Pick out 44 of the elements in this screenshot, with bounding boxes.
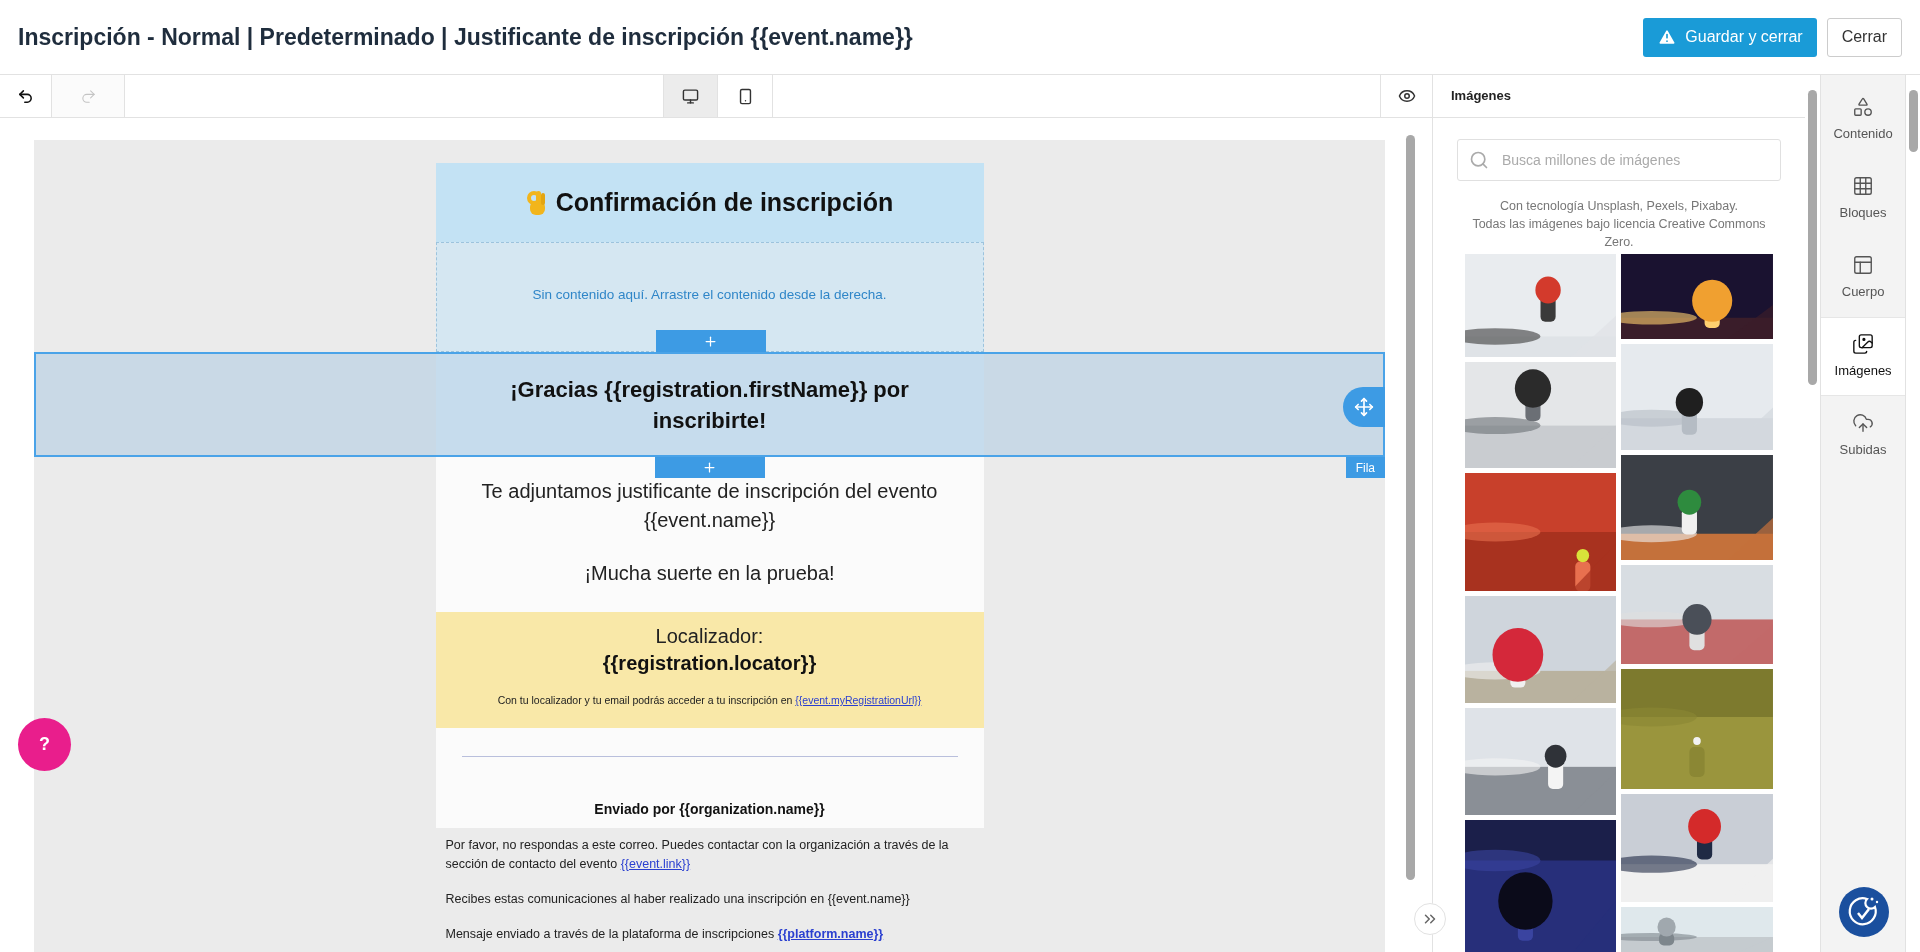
- thanks-heading: ¡Gracias {{registration.firstName}} por inscribirte!: [509, 375, 910, 435]
- footer-text: Recibes estas comunicaciones al haber realizado una inscripción en {{event.name}}: [445, 891, 911, 908]
- footer-link[interactable]: {{event.link}}: [620, 857, 691, 871]
- monitor-icon: [682, 87, 699, 105]
- row-tag: Fila: [1345, 457, 1385, 478]
- close-button[interactable]: Cerrar: [1826, 17, 1902, 57]
- warning-icon: [1657, 27, 1678, 47]
- cookie-icon[interactable]: [1839, 887, 1889, 937]
- page-title: Inscripción - Normal | Predeterminado | Justificante de inscripción {{event.name}}: [18, 22, 913, 52]
- image-icon: [1852, 332, 1875, 355]
- empty-block-hint: Sin contenido aquí. Arrastre el contenido desde la derecha.: [532, 286, 887, 304]
- locator-note: Con tu localizador y tu email podrás acceder a tu inscripción en {{event.myRegistrationUrl}}: [497, 693, 922, 708]
- sender-text: Enviado por {{organization.name}}: [594, 800, 825, 819]
- scrollbar[interactable]: [1909, 90, 1919, 152]
- locator-value: {{registration.locator}}: [602, 651, 817, 676]
- eye-icon: [1397, 87, 1416, 105]
- body-text: ¡Mucha suerte en la prueba!: [583, 561, 836, 586]
- move-icon: [1354, 397, 1374, 417]
- body-text: Te adjuntamos justificante de inscripción del evento {{event.name}}: [480, 479, 939, 533]
- sidebar-tab[interactable]: Imágenes: [1821, 317, 1906, 396]
- cloud-upload-icon: [1852, 411, 1875, 434]
- search-icon: [1469, 150, 1489, 170]
- desktop-view-button[interactable]: [663, 75, 718, 117]
- scrollbar[interactable]: [1406, 135, 1415, 880]
- move-handle[interactable]: [1343, 387, 1385, 427]
- undo-icon: [17, 87, 34, 105]
- locator-label: Localizador:: [655, 624, 764, 649]
- layout-icon: [1852, 253, 1875, 276]
- selected-row[interactable]: ¡Gracias {{registration.firstName}} por inscribirte!: [34, 352, 1385, 457]
- footer-link[interactable]: {{platform.name}}: [777, 927, 884, 941]
- panel-title: Imágenes: [1451, 87, 1511, 106]
- email-heading: Confirmación de inscripción: [555, 186, 894, 218]
- redo-icon: [79, 87, 97, 105]
- registration-link[interactable]: {{event.myRegistrationUrl}}: [795, 694, 922, 706]
- credit-text: Con tecnología Unsplash, Pexels, Pixabay.: [1498, 197, 1740, 215]
- shapes-icon: [1852, 95, 1875, 118]
- credit-text: Todas las imágenes bajo licencia Creative Commons Zero.: [1471, 215, 1767, 251]
- footer-text: Mensaje enviado a través de la plataforma de inscripciones {{platform.name}}: [445, 926, 885, 943]
- footer-text: Por favor, no respondas a este correo. Puedes contactar con la organización a través de la sección de contacto del evento {{event.link}}: [445, 837, 950, 873]
- plus-icon: [702, 460, 717, 475]
- grid-icon: [1852, 174, 1875, 197]
- plus-icon: [703, 333, 718, 349]
- scrollbar[interactable]: [1808, 90, 1817, 385]
- search-field[interactable]: Busca millones de imágenes: [1457, 139, 1781, 181]
